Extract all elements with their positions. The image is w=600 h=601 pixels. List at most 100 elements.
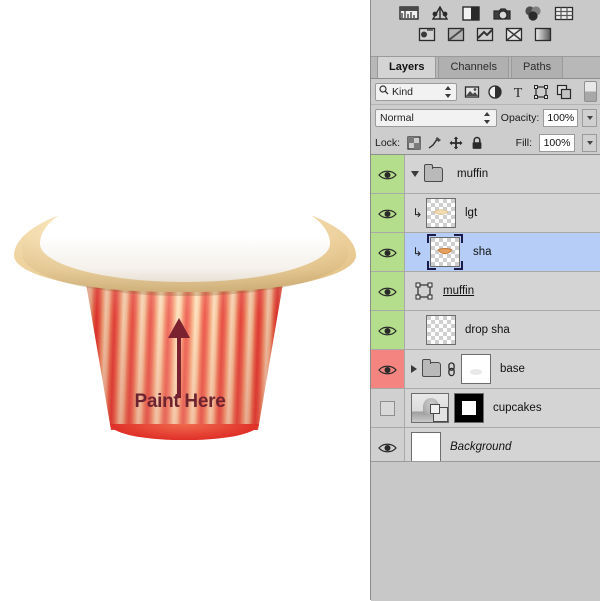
blend-mode-select[interactable]: Normal [375, 109, 497, 127]
layer-row-body[interactable]: cupcakes [405, 389, 600, 427]
eye-icon [378, 168, 397, 180]
layer-thumbnail[interactable] [461, 354, 491, 384]
layer-row-body[interactable]: muffin [405, 155, 600, 193]
clipping-mask-arrow-icon: ↳ [411, 246, 424, 258]
layer-name[interactable]: sha [473, 246, 492, 258]
layers-panel: Layers Channels Paths Kind [370, 0, 600, 600]
layer-filter-row: Kind T [371, 79, 600, 105]
visibility-toggle[interactable] [371, 389, 405, 427]
lock-all-icon[interactable] [470, 136, 484, 150]
link-icon[interactable] [446, 361, 457, 377]
visibility-toggle[interactable] [371, 272, 405, 310]
filter-enable-toggle[interactable] [584, 81, 597, 102]
adjustments-row-1 [371, 0, 600, 22]
invert-icon[interactable] [505, 27, 525, 44]
layer-row-body[interactable]: muffin [405, 272, 600, 310]
visibility-toggle[interactable] [371, 194, 405, 232]
fill-label: Fill: [516, 137, 532, 149]
eye-icon [378, 324, 397, 336]
layer-row-body[interactable]: base [405, 350, 600, 388]
group-collapse-triangle-icon[interactable] [411, 365, 417, 373]
fill-input[interactable]: 100% [539, 134, 575, 152]
layer-row-body[interactable]: ↳ lgt [405, 194, 600, 232]
clipping-mask-arrow-icon: ↳ [411, 207, 424, 219]
channel-mixer-icon[interactable] [476, 27, 496, 44]
adjustments-row-2 [371, 22, 600, 44]
eye-icon [378, 363, 397, 375]
lock-label: Lock: [375, 137, 400, 149]
color-balance-icon[interactable] [523, 5, 543, 22]
lock-image-icon[interactable] [428, 136, 442, 150]
opacity-input[interactable]: 100% [543, 109, 578, 127]
shape-bounding-box-icon [414, 282, 434, 300]
tab-layers[interactable]: Layers [377, 56, 436, 78]
layer-row-body[interactable]: drop sha [405, 311, 600, 349]
smart-object-badge-icon [433, 407, 448, 422]
gradient-icon[interactable] [534, 27, 554, 44]
layer-thumbnail[interactable] [426, 198, 456, 228]
filter-pixel-icon[interactable] [464, 84, 480, 100]
eye-icon [378, 207, 397, 219]
visibility-toggle[interactable] [371, 155, 405, 193]
exposure-icon[interactable] [461, 5, 481, 22]
cupcake-wrapper-bottom [110, 424, 259, 440]
visibility-toggle[interactable] [371, 233, 405, 271]
lock-position-icon[interactable] [449, 136, 463, 150]
layer-row-lgt[interactable]: ↳ lgt [371, 194, 600, 233]
folder-icon [422, 362, 441, 377]
lock-row: Lock: [371, 131, 600, 155]
layer-name[interactable]: muffin [443, 285, 474, 297]
curves-icon[interactable] [430, 5, 450, 22]
eye-icon [378, 246, 397, 258]
panel-tab-bar: Layers Channels Paths [371, 57, 600, 79]
visibility-toggle[interactable] [371, 311, 405, 349]
layer-thumbnail[interactable] [426, 315, 456, 345]
layer-list: muffin ↳ [371, 155, 600, 467]
cupcake-dough-inner-cut [40, 186, 330, 282]
eye-icon [378, 441, 397, 453]
layer-mask-thumbnail[interactable] [454, 393, 484, 423]
layer-thumbnail[interactable] [411, 393, 449, 423]
layer-name[interactable]: drop sha [465, 324, 510, 336]
layer-row-base[interactable]: base [371, 350, 600, 389]
document-canvas[interactable]: Paint Here 下载吧 www.xiazaiba.com [0, 0, 370, 600]
layer-row-sha[interactable]: ↳ sha [371, 233, 600, 272]
levels-icon[interactable] [399, 5, 419, 22]
layer-row-drop-sha[interactable]: drop sha [371, 311, 600, 350]
filter-kind-select[interactable]: Kind [375, 83, 457, 101]
tab-paths[interactable]: Paths [511, 56, 563, 78]
search-icon [379, 85, 389, 98]
layer-name[interactable]: lgt [465, 207, 477, 219]
group-expand-triangle-icon[interactable] [411, 171, 419, 177]
adjustments-panel [371, 0, 600, 57]
layer-row-muffin-shape[interactable]: muffin [371, 272, 600, 311]
hue-saturation-icon[interactable] [447, 27, 467, 44]
filter-smartobject-icon[interactable] [556, 84, 572, 100]
layer-thumbnail-selected[interactable] [426, 233, 464, 271]
vibrance-icon[interactable] [492, 5, 512, 22]
filter-kind-stepper[interactable] [444, 83, 453, 101]
filter-adjustment-icon[interactable] [487, 84, 503, 100]
gradient-map-icon[interactable] [554, 5, 574, 22]
lock-transparency-icon[interactable] [407, 136, 421, 150]
eye-hidden-icon [380, 401, 395, 416]
layers-panel-empty-area [371, 461, 600, 601]
layer-thumbnail[interactable] [411, 432, 441, 462]
filter-kind-label: Kind [389, 86, 444, 98]
layer-name[interactable]: cupcakes [493, 402, 542, 414]
filter-type-icon[interactable]: T [510, 84, 526, 100]
brightness-contrast-icon[interactable] [418, 27, 438, 44]
layer-row-muffin-group[interactable]: muffin [371, 155, 600, 194]
blend-mode-stepper[interactable] [483, 109, 492, 127]
layer-name[interactable]: Background [450, 441, 511, 453]
filter-shape-icon[interactable] [533, 84, 549, 100]
layer-row-body[interactable]: ↳ sha [405, 233, 600, 271]
tab-channels[interactable]: Channels [438, 56, 508, 78]
layer-name[interactable]: base [500, 363, 525, 375]
layer-row-cupcakes[interactable]: cupcakes [371, 389, 600, 428]
visibility-toggle[interactable] [371, 350, 405, 388]
layer-name[interactable]: muffin [457, 168, 488, 180]
blend-mode-value: Normal [380, 112, 483, 124]
opacity-slider-arrow[interactable] [582, 109, 597, 127]
fill-slider-arrow[interactable] [582, 134, 597, 152]
